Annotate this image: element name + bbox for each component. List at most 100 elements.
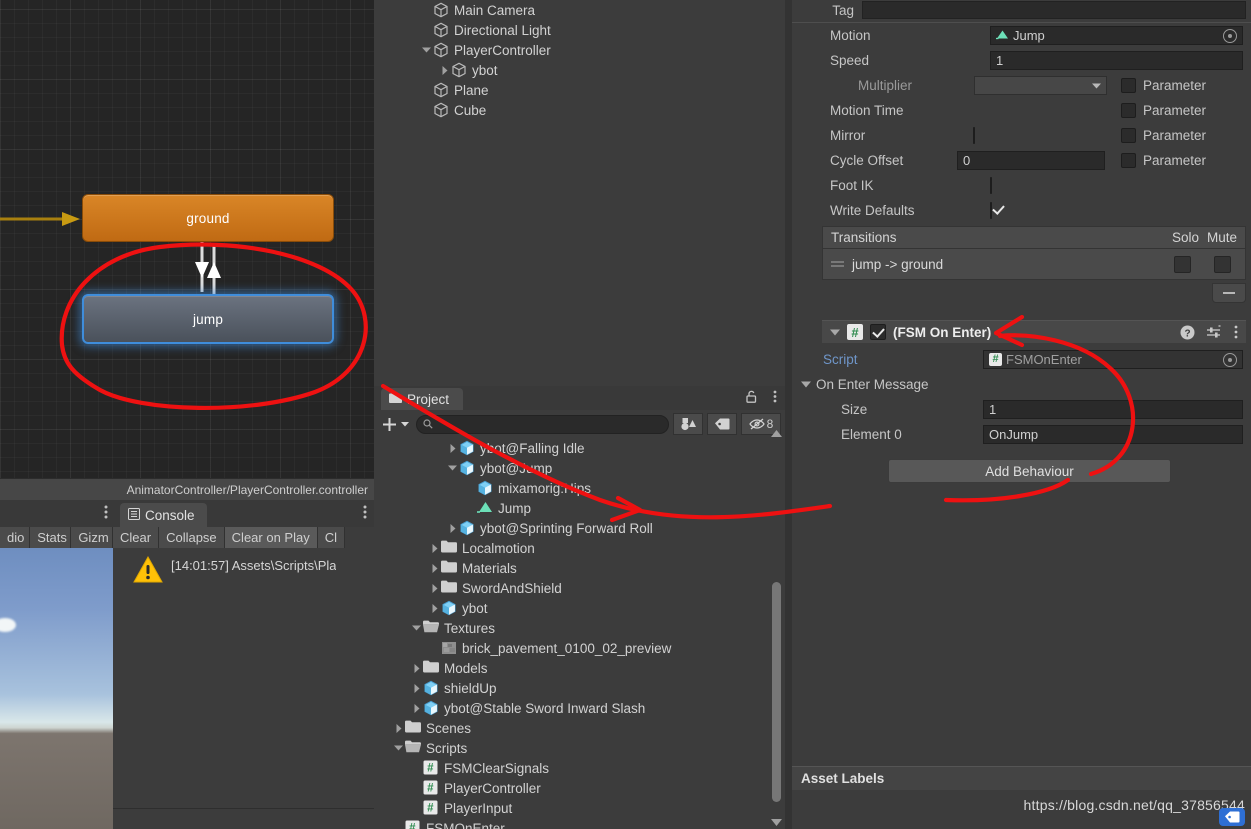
write-defaults-checkbox[interactable] bbox=[990, 202, 992, 219]
project-item[interactable]: # FSMClearSignals bbox=[374, 758, 785, 778]
drag-handle-icon[interactable] bbox=[831, 257, 844, 272]
foldout-open-icon[interactable] bbox=[392, 745, 405, 751]
foldout-closed-icon[interactable] bbox=[428, 583, 441, 593]
remove-transition-button[interactable] bbox=[1212, 283, 1246, 303]
motion-row[interactable]: Motion Jump bbox=[792, 23, 1251, 48]
cycle-offset-row[interactable]: Cycle Offset 0 Parameter bbox=[792, 148, 1251, 173]
foldout-open-icon[interactable] bbox=[801, 381, 811, 388]
kebab-menu-icon[interactable] bbox=[1234, 325, 1238, 339]
foot-ik-checkbox[interactable] bbox=[990, 177, 992, 194]
project-item[interactable]: Jump bbox=[374, 498, 785, 518]
animator-graph-view[interactable]: ground jump AnimatorController/PlayerCon… bbox=[0, 0, 374, 500]
cycle-offset-field[interactable]: 0 bbox=[957, 151, 1105, 170]
clear-button[interactable]: Clear bbox=[113, 527, 160, 548]
motion-time-row[interactable]: Motion Time Parameter bbox=[792, 98, 1251, 123]
foldout-closed-icon[interactable] bbox=[392, 723, 405, 733]
foldout-closed-icon[interactable] bbox=[410, 663, 423, 673]
speed-row[interactable]: Speed 1 bbox=[792, 48, 1251, 73]
console-log-list[interactable]: [14:01:57] Assets\Scripts\Pla bbox=[113, 548, 374, 829]
collapse-button[interactable]: Collapse bbox=[159, 527, 225, 548]
scroll-down-arrow[interactable] bbox=[770, 818, 783, 827]
foldout-open-icon[interactable] bbox=[830, 329, 840, 336]
mirror-checkbox[interactable] bbox=[972, 127, 975, 144]
hierarchy-item[interactable]: Main Camera bbox=[374, 0, 785, 20]
multiplier-parameter-group[interactable]: Parameter bbox=[1121, 78, 1251, 93]
multiplier-parameter-checkbox[interactable] bbox=[1121, 78, 1136, 93]
project-item[interactable]: SwordAndShield bbox=[374, 578, 785, 598]
tab-console[interactable]: Console bbox=[120, 503, 207, 527]
project-item[interactable]: brick_pavement_0100_02_preview bbox=[374, 638, 785, 658]
foldout-open-icon[interactable] bbox=[410, 625, 423, 631]
hierarchy-item[interactable]: PlayerController bbox=[374, 40, 785, 60]
foldout-closed-icon[interactable] bbox=[428, 563, 441, 573]
filter-by-label-button[interactable] bbox=[707, 413, 737, 435]
gameview-tab-stats[interactable]: Stats bbox=[30, 527, 72, 548]
cycle-offset-parameter-checkbox[interactable] bbox=[1121, 153, 1136, 168]
mirror-parameter-checkbox[interactable] bbox=[1121, 128, 1136, 143]
array-size-row[interactable]: Size 1 bbox=[785, 397, 1251, 422]
help-icon[interactable]: ? bbox=[1180, 325, 1195, 340]
project-item[interactable]: # FSMOnEnter bbox=[374, 818, 785, 829]
scrollbar-thumb[interactable] bbox=[772, 582, 781, 802]
project-item[interactable]: ybot@Stable Sword Inward Slash bbox=[374, 698, 785, 718]
foldout-closed-icon[interactable] bbox=[428, 543, 441, 553]
project-item[interactable]: Scenes bbox=[374, 718, 785, 738]
project-item[interactable]: ybot@Jump bbox=[374, 458, 785, 478]
foldout-open-icon[interactable] bbox=[420, 47, 433, 53]
array-element-row[interactable]: Element 0 OnJump bbox=[785, 422, 1251, 447]
foot-ik-row[interactable]: Foot IK bbox=[792, 173, 1251, 198]
transitions-list[interactable]: Transitions Solo Mute jump -> ground bbox=[822, 226, 1246, 280]
project-item[interactable]: ybot@Sprinting Forward Roll bbox=[374, 518, 785, 538]
foldout-open-icon[interactable] bbox=[446, 465, 459, 471]
project-item[interactable]: shieldUp bbox=[374, 678, 785, 698]
animator-state-ground[interactable]: ground bbox=[82, 194, 334, 242]
motion-field[interactable]: Jump bbox=[990, 26, 1243, 45]
project-item[interactable]: mixamorig:Hips bbox=[374, 478, 785, 498]
scroll-up-arrow[interactable] bbox=[770, 429, 783, 438]
project-scrollbar[interactable] bbox=[770, 430, 783, 829]
multiplier-dropdown[interactable] bbox=[974, 76, 1107, 95]
project-item[interactable]: Models bbox=[374, 658, 785, 678]
console-toolbar[interactable]: Clear Collapse Clear on Play Cl bbox=[113, 527, 374, 548]
object-picker-icon[interactable] bbox=[1223, 352, 1237, 367]
mirror-parameter-group[interactable]: Parameter bbox=[1121, 128, 1251, 143]
behaviour-header[interactable]: # (FSM On Enter) ? bbox=[822, 320, 1246, 343]
filter-by-type-button[interactable] bbox=[673, 413, 703, 435]
game-view-render[interactable] bbox=[0, 548, 113, 829]
foldout-closed-icon[interactable] bbox=[446, 523, 459, 533]
state-transition-arrows[interactable] bbox=[186, 240, 232, 298]
game-view-toolbar[interactable]: dio Stats Gizm bbox=[0, 527, 113, 548]
asset-labels-header[interactable]: Asset Labels bbox=[792, 766, 1251, 790]
tag-row[interactable]: Tag bbox=[792, 0, 1251, 20]
animator-state-jump[interactable]: jump bbox=[82, 294, 334, 344]
gameview-tab-audio[interactable]: dio bbox=[0, 527, 31, 548]
script-row[interactable]: Script # FSMOnEnter bbox=[785, 347, 1251, 372]
project-panel[interactable]: Project 8 ybot@Falling Idle ybot@Jump mi… bbox=[374, 386, 785, 829]
foldout-closed-icon[interactable] bbox=[438, 65, 451, 75]
gameview-tab-gizmos[interactable]: Gizm bbox=[71, 527, 113, 548]
hierarchy-item[interactable]: Plane bbox=[374, 80, 785, 100]
foldout-closed-icon[interactable] bbox=[410, 683, 423, 693]
foldout-closed-icon[interactable] bbox=[410, 703, 423, 713]
hierarchy-item[interactable]: Cube bbox=[374, 100, 785, 120]
project-toolbar[interactable]: 8 bbox=[374, 410, 785, 438]
tab-project[interactable]: Project bbox=[381, 388, 464, 410]
game-view-panel[interactable]: dio Stats Gizm bbox=[0, 500, 113, 829]
add-behaviour-button[interactable]: Add Behaviour bbox=[888, 459, 1171, 483]
on-enter-message-foldout[interactable]: On Enter Message bbox=[785, 372, 1251, 397]
hierarchy-item[interactable]: Directional Light bbox=[374, 20, 785, 40]
project-item[interactable]: # PlayerController bbox=[374, 778, 785, 798]
clear-on-build-button[interactable]: Cl bbox=[317, 527, 345, 548]
project-item[interactable]: Scripts bbox=[374, 738, 785, 758]
preset-icon[interactable] bbox=[1206, 324, 1222, 340]
cycle-offset-parameter-group[interactable]: Parameter bbox=[1121, 153, 1251, 168]
inspector-panel[interactable]: Tag Motion Jump Speed 1 Multiplier Param… bbox=[785, 0, 1251, 829]
motion-time-parameter-checkbox[interactable] bbox=[1121, 103, 1136, 118]
size-field[interactable]: 1 bbox=[983, 400, 1243, 419]
transition-mute-checkbox[interactable] bbox=[1214, 255, 1231, 273]
search-field[interactable] bbox=[416, 414, 669, 434]
transition-row[interactable]: jump -> ground bbox=[822, 249, 1246, 280]
tag-field[interactable] bbox=[862, 1, 1246, 19]
motion-time-parameter-group[interactable]: Parameter bbox=[1121, 103, 1251, 118]
object-picker-icon[interactable] bbox=[1223, 28, 1237, 43]
